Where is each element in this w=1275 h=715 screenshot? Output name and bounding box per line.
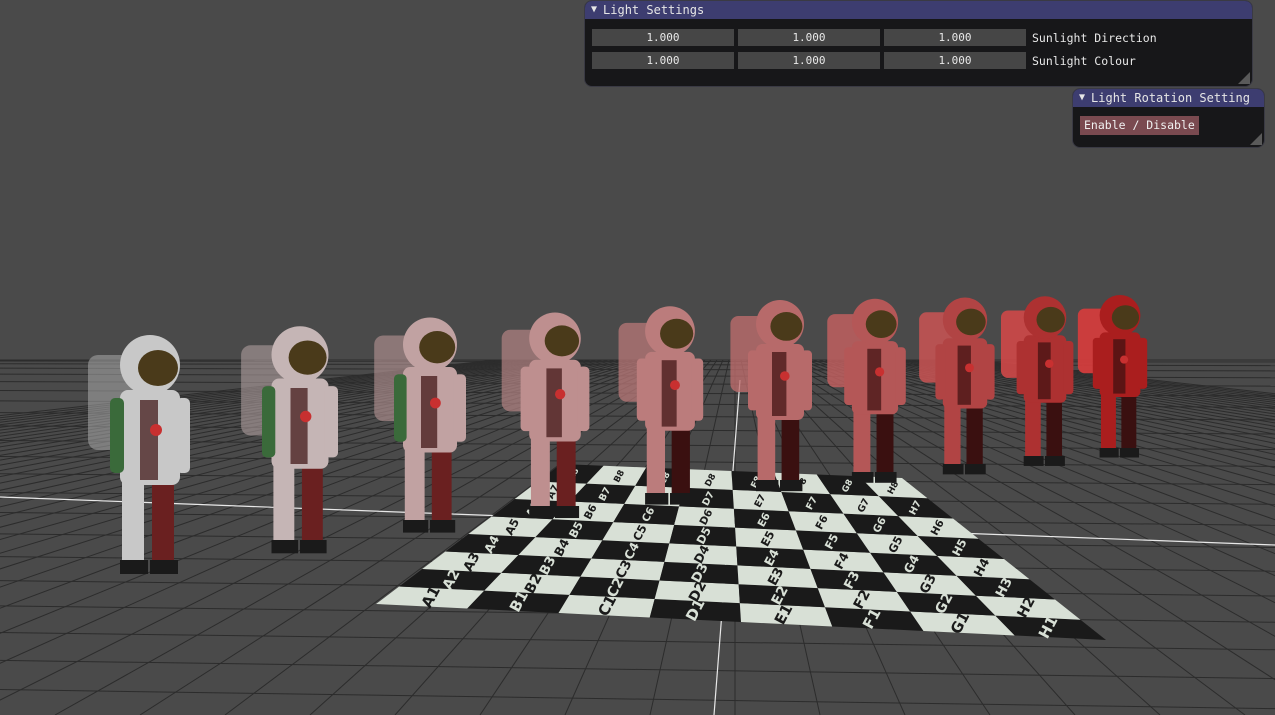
sunlight-direction-x[interactable]: 1.000 xyxy=(592,29,734,46)
astronaut-figure xyxy=(827,298,906,483)
sunlight-colour-g[interactable]: 1.000 xyxy=(738,52,880,69)
sunlight-direction-label: Sunlight Direction xyxy=(1032,30,1157,45)
collapse-arrow-icon[interactable]: ▼ xyxy=(1079,89,1085,107)
light-settings-window: ▼ Light Settings 1.000 1.000 1.000 Sunli… xyxy=(584,0,1253,87)
sunlight-colour-label: Sunlight Colour xyxy=(1032,53,1136,68)
light-rotation-title: Light Rotation Setting xyxy=(1091,91,1250,105)
sunlight-colour-row: 1.000 1.000 1.000 Sunlight Colour xyxy=(592,52,1136,69)
light-rotation-window: ▼ Light Rotation Setting Enable / Disabl… xyxy=(1072,88,1265,148)
sunlight-direction-row: 1.000 1.000 1.000 Sunlight Direction xyxy=(592,29,1157,46)
collapse-arrow-icon[interactable]: ▼ xyxy=(591,1,597,19)
light-rotation-title-bar[interactable]: ▼ Light Rotation Setting xyxy=(1073,89,1264,107)
resize-grip-icon[interactable] xyxy=(1250,133,1262,145)
sunlight-direction-y[interactable]: 1.000 xyxy=(738,29,880,46)
chess-board: A1A2A3A4A5A6A7A8B1B2B3B4B5B6B7B8C1C2C3C4… xyxy=(376,464,1106,642)
light-settings-title: Light Settings xyxy=(603,3,705,17)
enable-disable-button[interactable]: Enable / Disable xyxy=(1080,116,1199,135)
sunlight-colour-b[interactable]: 1.000 xyxy=(884,52,1026,69)
resize-grip-icon[interactable] xyxy=(1238,72,1250,84)
light-settings-title-bar[interactable]: ▼ Light Settings xyxy=(585,1,1252,19)
sunlight-direction-z[interactable]: 1.000 xyxy=(884,29,1026,46)
astronaut-figure xyxy=(88,335,190,574)
sunlight-colour-r[interactable]: 1.000 xyxy=(592,52,734,69)
astronaut-figure xyxy=(241,326,338,554)
